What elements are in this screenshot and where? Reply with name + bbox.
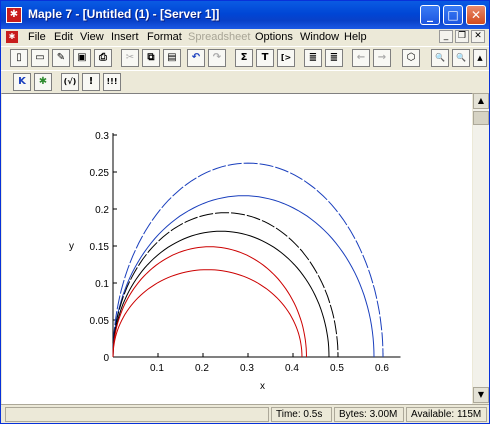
status-message (5, 407, 269, 422)
plot-curves (112, 162, 384, 358)
menu-options[interactable]: Options (255, 31, 293, 43)
restart-icon[interactable]: K (13, 73, 31, 91)
y-tick-label: 0.05 (90, 316, 110, 327)
status-available: Available: 115M (406, 407, 487, 422)
text-icon[interactable]: T (256, 49, 274, 67)
context-toolbar: K ✱ (√) ! !!! (1, 70, 489, 94)
x-tick-label: 0.3 (240, 363, 254, 374)
execute-icon[interactable]: ! (82, 73, 100, 91)
menu-window[interactable]: Window (300, 31, 339, 43)
open-url-icon[interactable]: ✎ (52, 49, 70, 67)
forward-arrow-icon[interactable]: → (373, 49, 391, 67)
plot-axes: 0.1 0.2 0.3 0.4 0.5 0.6 0 0.05 0.1 0.15 0.2 0.25 0.3 (90, 131, 401, 374)
y-tick-label: 0.15 (90, 242, 110, 253)
x-axis-label: x (260, 381, 265, 392)
sqrt-icon[interactable]: (√) (61, 73, 79, 91)
x-tick-label: 0.1 (150, 363, 164, 374)
window-title: Maple 7 - [Untitled (1) - [Server 1]] (28, 7, 220, 21)
copy-icon[interactable]: ⧉ (142, 49, 160, 67)
menu-view[interactable]: View (80, 31, 104, 43)
x-tick-label: 0.4 (285, 363, 299, 374)
y-axis-label: y (69, 241, 74, 252)
x-tick-label: 0.2 (195, 363, 209, 374)
scroll-up-icon[interactable]: ▲ (473, 93, 489, 109)
document-icon[interactable]: ✱ (6, 31, 18, 43)
time-label: Time: (276, 409, 301, 420)
vertical-scrollbar[interactable]: ▲ ▼ (473, 93, 489, 403)
available-value: 115M (456, 409, 482, 420)
toolbar-scroll-icon[interactable]: ▲ (473, 49, 487, 67)
y-tick-label: 0.1 (95, 279, 109, 290)
curve-red-5 (112, 269, 303, 358)
menu-spreadsheet[interactable]: Spreadsheet (188, 31, 250, 43)
y-tick-label: 0.25 (90, 168, 110, 179)
new-document-icon[interactable]: ▯ (10, 49, 28, 67)
maple-window: ✱ Maple 7 - [Untitled (1) - [Server 1]] … (0, 0, 490, 424)
paste-icon[interactable]: ▤ (163, 49, 181, 67)
status-bytes: Bytes: 3.00M (334, 407, 404, 422)
status-bar: Time: 0.5s Bytes: 3.00M Available: 115M (1, 404, 489, 423)
undo-icon[interactable]: ↶ (187, 49, 205, 67)
close-button[interactable]: ✕ (466, 5, 486, 25)
worksheet-area[interactable]: 0.1 0.2 0.3 0.4 0.5 0.6 0 0.05 0.1 0.15 0.2 0.25 0.3… (2, 93, 472, 404)
minimize-button[interactable]: _ (420, 5, 440, 25)
save-icon[interactable]: ▣ (73, 49, 91, 67)
status-time: Time: 0.5s (271, 407, 332, 422)
bytes-label: Bytes: (339, 409, 367, 420)
maple-leaf-icon[interactable]: ✱ (6, 7, 22, 23)
menu-format[interactable]: Format (147, 31, 182, 43)
execute-all-icon[interactable]: !!! (103, 73, 121, 91)
x-tick-label: 0.6 (375, 363, 389, 374)
mdi-restore-button[interactable]: ❐ (455, 30, 469, 43)
back-arrow-icon[interactable]: ← (352, 49, 370, 67)
curve-blue-0 (112, 162, 384, 358)
plot[interactable]: 0.1 0.2 0.3 0.4 0.5 0.6 0 0.05 0.1 0.15 0.2 0.25 0.3… (1, 93, 471, 403)
title-bar[interactable]: ✱ Maple 7 - [Untitled (1) - [Server 1]] … (1, 1, 489, 29)
menu-bar: ✱ File Edit View Insert Format Spreadshe… (1, 29, 489, 46)
cut-icon[interactable]: ✂ (121, 49, 139, 67)
time-value: 0.5s (303, 409, 323, 420)
redo-icon[interactable]: ↷ (208, 49, 226, 67)
y-tick-label: 0 (103, 353, 109, 364)
bytes-value: 3.00M (369, 409, 398, 420)
y-tick-label: 0.2 (95, 205, 109, 216)
x-tick-label: 0.5 (330, 363, 344, 374)
menu-insert[interactable]: Insert (111, 31, 139, 43)
mdi-close-button[interactable]: ✕ (471, 30, 485, 43)
maple-input-icon[interactable]: [> (277, 49, 295, 67)
print-icon[interactable]: ⎙ (94, 49, 112, 67)
main-toolbar: ▯ ▭ ✎ ▣ ⎙ ✂ ⧉ ▤ ↶ ↷ Σ T [> ≣ ≣ ← → ⬡ 🔍 🔍… (1, 46, 489, 71)
menu-help[interactable]: Help (344, 31, 367, 43)
y-tick-label: 0.3 (95, 131, 109, 142)
maximize-button[interactable]: □ (443, 5, 463, 25)
debug-icon[interactable]: ✱ (34, 73, 52, 91)
scroll-down-icon[interactable]: ▼ (473, 387, 489, 403)
menu-edit[interactable]: Edit (54, 31, 73, 43)
sigma-icon[interactable]: Σ (235, 49, 253, 67)
indent-left-icon[interactable]: ≣ (304, 49, 322, 67)
available-label: Available: (411, 409, 455, 420)
zoom-in-icon[interactable]: 🔍 (431, 49, 449, 67)
mdi-minimize-button[interactable]: _ (439, 30, 453, 43)
menu-file[interactable]: File (28, 31, 46, 43)
zoom-out-icon[interactable]: 🔍 (452, 49, 470, 67)
curve-red-4 (112, 246, 307, 358)
scroll-thumb[interactable] (473, 111, 489, 125)
stop-icon[interactable]: ⬡ (402, 49, 420, 67)
open-icon[interactable]: ▭ (31, 49, 49, 67)
indent-right-icon[interactable]: ≣ (325, 49, 343, 67)
